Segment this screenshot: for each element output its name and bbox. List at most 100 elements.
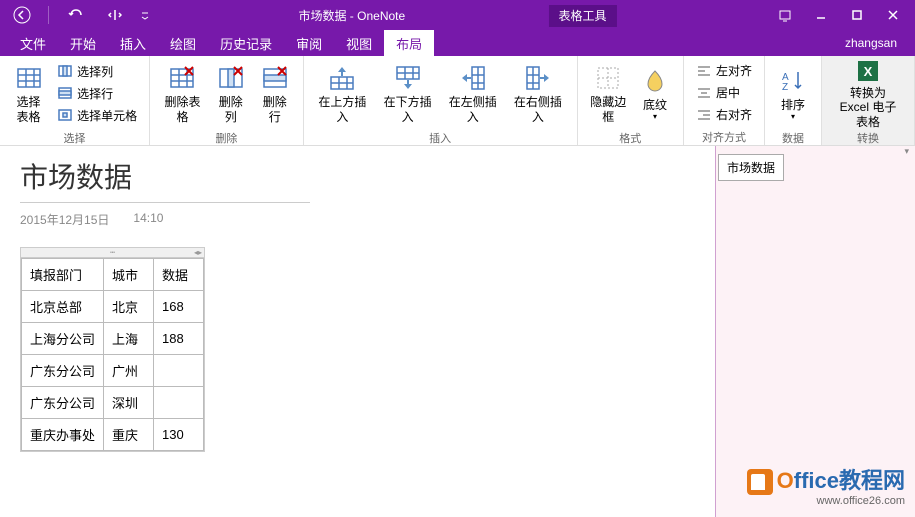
delete-row-button[interactable]: 删除行 (253, 58, 297, 128)
insert-below-button[interactable]: 在下方插入 (375, 58, 440, 128)
table-cell[interactable]: 城市 (104, 259, 154, 291)
ribbon-group-convert: X转换为 Excel 电子表格 转换 (822, 56, 915, 145)
delete-column-icon (215, 62, 247, 94)
menu-insert[interactable]: 插入 (108, 30, 158, 57)
table-row: 北京总部北京168 (22, 291, 204, 323)
table-row: 填报部门 城市 数据 (22, 259, 204, 291)
menu-start[interactable]: 开始 (58, 30, 108, 57)
watermark-icon (747, 469, 773, 495)
align-right-icon (696, 107, 712, 123)
ribbon-group-select: 选择表格 选择列 选择行 选择单元格 选择 (0, 56, 150, 145)
align-center-icon (696, 85, 712, 101)
group-align-label: 对齐方式 (684, 129, 764, 145)
select-table-button[interactable]: 选择表格 (6, 58, 51, 128)
delete-column-button[interactable]: 删除列 (209, 58, 253, 128)
delete-row-icon (259, 62, 291, 94)
insert-below-icon (392, 62, 424, 94)
group-select-label: 选择 (0, 130, 149, 146)
data-table-container[interactable]: ┅ 填报部门 城市 数据 北京总部北京168 上海分公司上海188 广东分公司广… (20, 247, 205, 452)
menu-review[interactable]: 审阅 (284, 30, 334, 57)
menu-view[interactable]: 视图 (334, 30, 384, 57)
user-label[interactable]: zhangsan (845, 36, 907, 50)
insert-above-icon (326, 62, 358, 94)
menu-history[interactable]: 历史记录 (208, 30, 284, 57)
convert-excel-button[interactable]: X转换为 Excel 电子表格 (828, 58, 908, 128)
align-right-button[interactable]: 右对齐 (692, 105, 756, 125)
row-icon (57, 85, 73, 101)
page-title[interactable]: 市场数据 (20, 156, 695, 196)
ribbon-group-delete: 删除表格 删除列 删除行 删除 (150, 56, 304, 145)
watermark-url: www.office26.com (747, 495, 905, 507)
shading-button[interactable]: 底纹▾ (633, 58, 677, 128)
window-titlebar: 市场数据 - OneNote 表格工具 (0, 0, 915, 30)
hide-borders-icon (592, 62, 624, 94)
sort-button[interactable]: AZ排序▾ (771, 58, 815, 128)
shading-icon (639, 65, 671, 97)
group-format-label: 格式 (578, 130, 683, 146)
touch-mode-button[interactable] (97, 1, 133, 29)
back-button[interactable] (4, 1, 40, 29)
ribbon-group-align: 左对齐 居中 右对齐 对齐方式 (684, 56, 765, 145)
align-left-button[interactable]: 左对齐 (692, 61, 756, 81)
table-handle[interactable]: ┅ (21, 248, 204, 258)
column-icon (57, 63, 73, 79)
menu-file[interactable]: 文件 (8, 30, 58, 57)
group-convert-label: 转换 (822, 130, 914, 146)
page-date: 2015年12月15日 (20, 211, 109, 228)
table-cell[interactable]: 数据 (154, 259, 204, 291)
svg-text:Z: Z (782, 82, 788, 93)
undo-button[interactable] (57, 1, 93, 29)
table-row: 重庆办事处重庆130 (22, 419, 204, 451)
watermark: Office教程网 www.office26.com (747, 463, 905, 507)
content-area: 市场数据 2015年12月15日 14:10 ┅ 填报部门 城市 数据 北京总部… (0, 146, 915, 517)
maximize-button[interactable] (839, 1, 875, 29)
ribbon-group-insert: 在上方插入 在下方插入 在左侧插入 在右侧插入 插入 (304, 56, 578, 145)
menubar: 文件 开始 插入 绘图 历史记录 审阅 视图 布局 zhangsan (0, 30, 915, 56)
insert-left-icon (457, 62, 489, 94)
excel-icon: X (852, 57, 884, 85)
group-data-label: 数据 (765, 130, 821, 146)
align-left-icon (696, 63, 712, 79)
note-page[interactable]: 市场数据 2015年12月15日 14:10 ┅ 填报部门 城市 数据 北京总部… (0, 146, 715, 517)
cell-icon (57, 107, 73, 123)
insert-above-button[interactable]: 在上方插入 (310, 58, 375, 128)
delete-table-button[interactable]: 删除表格 (156, 58, 209, 128)
close-button[interactable] (875, 1, 911, 29)
window-title: 市场数据 - OneNote (298, 9, 405, 23)
menu-draw[interactable]: 绘图 (158, 30, 208, 57)
insert-right-button[interactable]: 在右侧插入 (505, 58, 570, 128)
select-column-button[interactable]: 选择列 (53, 61, 141, 81)
qat-customize-button[interactable] (137, 1, 153, 29)
table-cell[interactable]: 填报部门 (22, 259, 104, 291)
sort-icon: AZ (777, 65, 809, 97)
select-cell-button[interactable]: 选择单元格 (53, 105, 141, 125)
table-row: 广东分公司深圳 (22, 387, 204, 419)
insert-left-button[interactable]: 在左侧插入 (440, 58, 505, 128)
svg-text:X: X (864, 64, 873, 79)
ribbon-group-format: 隐藏边框 底纹▾ 格式 (578, 56, 684, 145)
data-table[interactable]: 填报部门 城市 数据 北京总部北京168 上海分公司上海188 广东分公司广州 … (21, 258, 204, 451)
minimize-button[interactable] (803, 1, 839, 29)
group-delete-label: 删除 (150, 130, 303, 146)
page-list-panel: ▾ 市场数据 (715, 146, 915, 517)
dropdown-icon: ▾ (791, 112, 795, 122)
dropdown-icon: ▾ (653, 112, 657, 122)
insert-right-icon (522, 62, 554, 94)
align-center-button[interactable]: 居中 (692, 83, 756, 103)
page-time: 14:10 (133, 211, 163, 228)
ribbon-group-data: AZ排序▾ 数据 (765, 56, 822, 145)
context-tab-label: 表格工具 (549, 5, 617, 27)
chevron-down-icon[interactable]: ▾ (904, 146, 909, 152)
page-meta: 2015年12月15日 14:10 (20, 211, 695, 228)
menu-layout[interactable]: 布局 (384, 30, 434, 57)
page-tab[interactable]: 市场数据 (718, 154, 784, 181)
group-insert-label: 插入 (304, 130, 577, 146)
ribbon-display-button[interactable] (767, 1, 803, 29)
select-row-button[interactable]: 选择行 (53, 83, 141, 103)
delete-table-icon (166, 62, 198, 94)
ribbon: 选择表格 选择列 选择行 选择单元格 选择 删除表格 删除列 删除行 (0, 56, 915, 146)
table-row: 上海分公司上海188 (22, 323, 204, 355)
table-row: 广东分公司广州 (22, 355, 204, 387)
title-divider (20, 202, 310, 203)
hide-borders-button[interactable]: 隐藏边框 (584, 58, 633, 128)
